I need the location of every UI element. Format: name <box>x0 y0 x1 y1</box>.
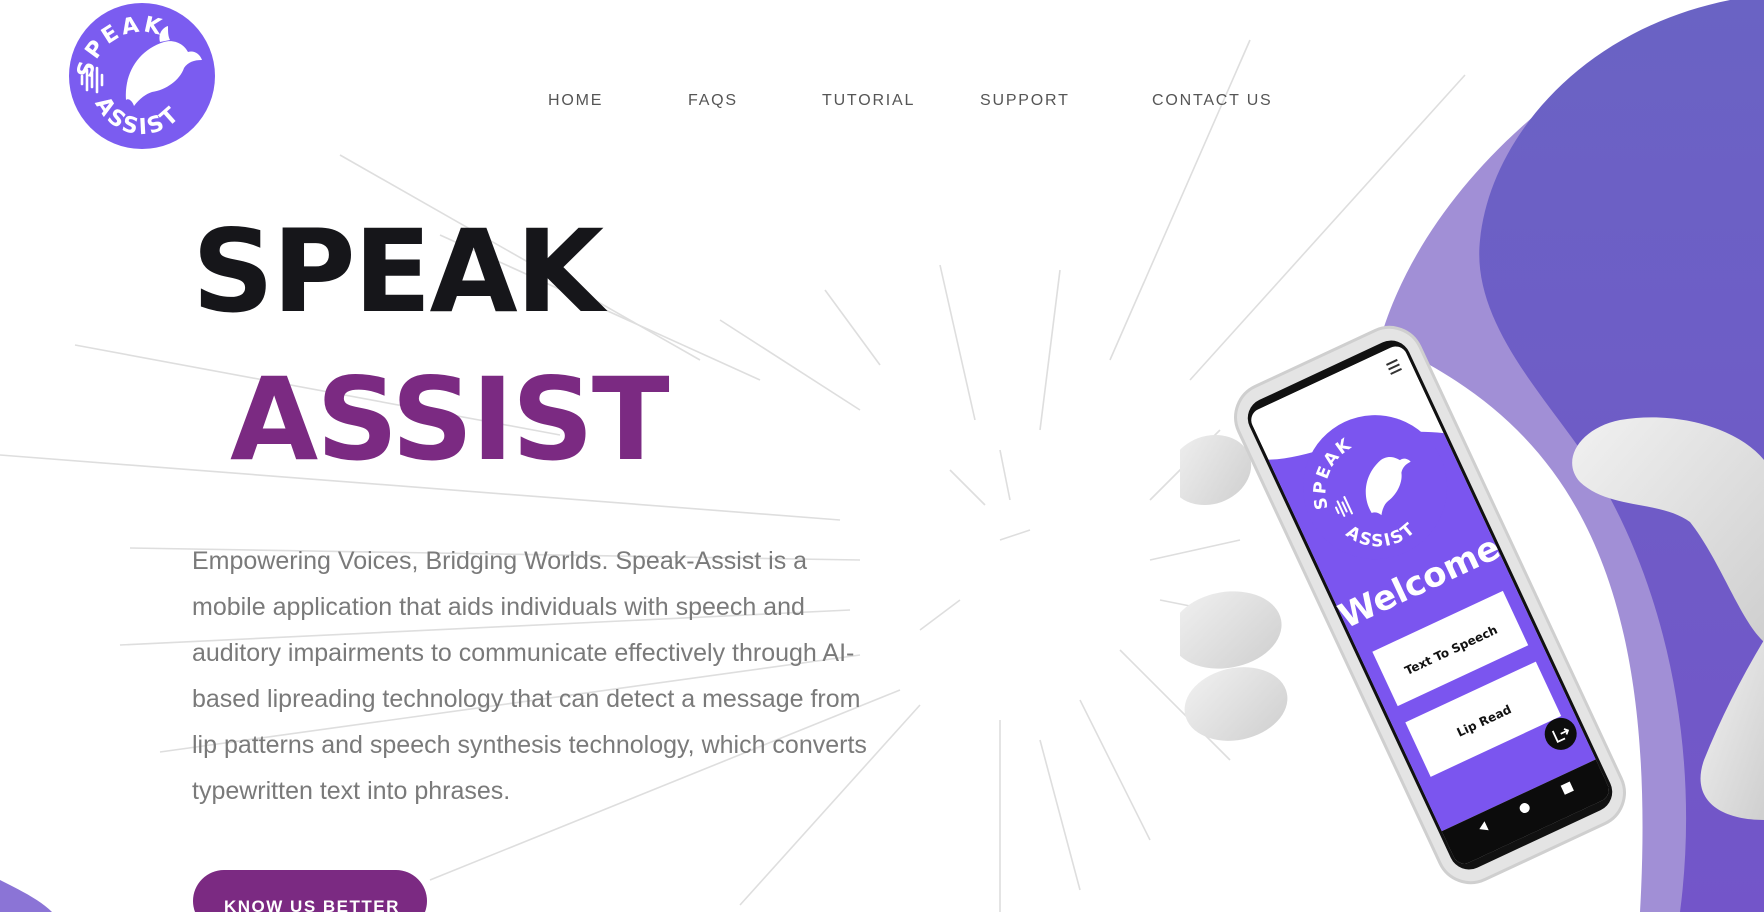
landing-page: SPEAK ASSIST HOME FAQS TUTORIAL SUPPORT … <box>0 0 1764 912</box>
speak-assist-logo[interactable]: SPEAK ASSIST <box>68 2 216 150</box>
main-nav: HOME FAQS TUTORIAL SUPPORT CONTACT US <box>0 92 1764 116</box>
nav-tutorial[interactable]: TUTORIAL <box>822 92 915 110</box>
nav-support[interactable]: SUPPORT <box>980 92 1070 110</box>
hero-title-line1: SPEAK <box>192 205 604 338</box>
nav-contact-us[interactable]: CONTACT US <box>1152 92 1273 110</box>
know-us-better-button[interactable]: KNOW US BETTER <box>193 870 427 912</box>
phone-mockup: SPEAK ASSIST Welcome Text To Speech Lip … <box>1180 325 1764 885</box>
hero-title-line2: ASSIST <box>230 353 670 486</box>
nav-faqs[interactable]: FAQS <box>688 92 738 110</box>
nav-home[interactable]: HOME <box>548 92 603 110</box>
phone-device: SPEAK ASSIST Welcome Text To Speech Lip … <box>1234 325 1626 885</box>
hero-description: Empowering Voices, Bridging Worlds. Spea… <box>192 547 867 805</box>
